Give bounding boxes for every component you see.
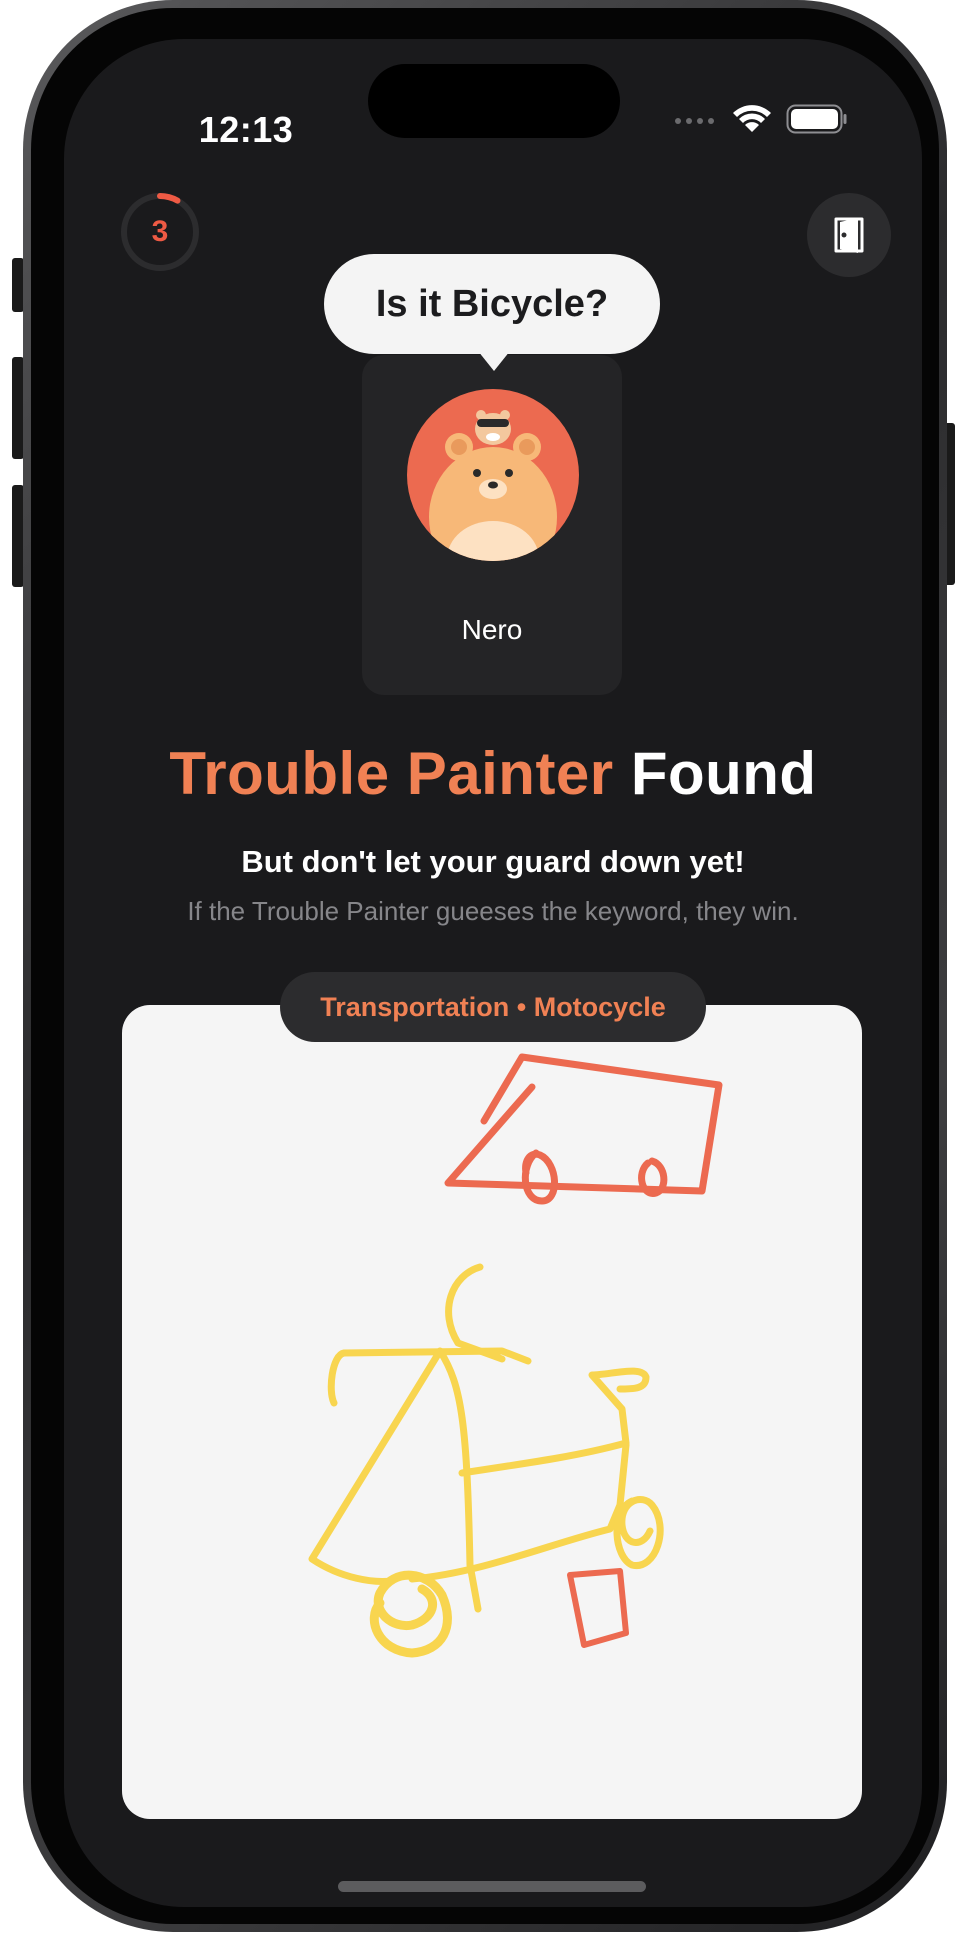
- device-stage: 12:13 3 Is it Bicycle? Nero Trouble Pain…: [0, 0, 967, 1934]
- dynamic-island: [368, 64, 620, 138]
- player-name: Nero: [461, 614, 523, 645]
- home-indicator[interactable]: [338, 1881, 646, 1892]
- exit-room-button[interactable]: [807, 193, 891, 277]
- headline-plain: Found: [630, 740, 817, 807]
- yellow-stroke-wheel-front: [613, 1496, 664, 1569]
- status-icons: [674, 99, 848, 139]
- yellow-stroke-handle: [445, 1263, 506, 1363]
- battery-icon: [786, 104, 847, 134]
- warning-subhead: But don't let your guard down yet!: [241, 844, 745, 879]
- keyword-category-pill: Transportation • Motocycle: [280, 972, 706, 1042]
- door-exit-icon: [834, 217, 864, 253]
- timer-value: 3: [151, 215, 169, 248]
- guess-bubble-tail: [478, 351, 510, 371]
- wifi-icon: [733, 105, 771, 132]
- player-avatar: [407, 389, 579, 561]
- drawing-strokes: [308, 1053, 723, 1658]
- phone-bezel: 12:13 3 Is it Bicycle? Nero Trouble Pain…: [31, 8, 939, 1924]
- phone-frame: 12:13 3 Is it Bicycle? Nero Trouble Pain…: [23, 0, 947, 1932]
- guess-bubble: Is it Bicycle?: [324, 254, 660, 354]
- red-stroke-wheel-left: [521, 1149, 558, 1205]
- bear-avatar-illustration: [429, 410, 557, 561]
- headline-accent: Trouble Painter: [169, 740, 614, 807]
- yellow-stroke-wheel-rear: [369, 1570, 452, 1658]
- round-timer: 3: [120, 192, 200, 272]
- rule-subtext: If the Trouble Painter gueeses the keywo…: [187, 896, 799, 926]
- drawing-canvas: [122, 1005, 862, 1819]
- cellular-signal-icon: [675, 118, 714, 124]
- status-time: 12:13: [198, 109, 294, 150]
- result-headline: Trouble Painter Found: [64, 739, 922, 808]
- app-screen: 12:13 3 Is it Bicycle? Nero Trouble Pain…: [64, 39, 922, 1907]
- red-stroke-box: [567, 1568, 629, 1648]
- red-stroke-body: [444, 1053, 723, 1195]
